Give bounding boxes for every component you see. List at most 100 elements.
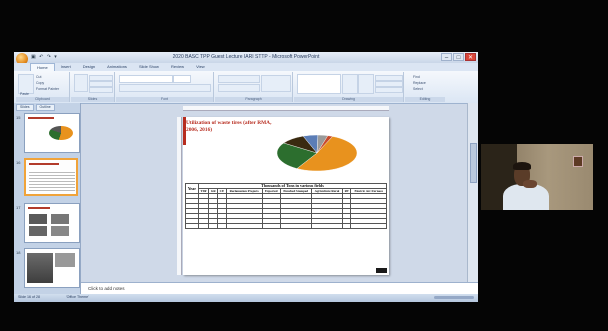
slide-thumbnail-selected[interactable] [24, 158, 78, 196]
table-cell [279, 223, 312, 229]
group-label: Clipboard [16, 97, 69, 102]
pie-chart[interactable] [269, 127, 365, 179]
slide-number: 17 [16, 205, 21, 210]
webcam-wall-frame [573, 156, 583, 167]
maximize-button[interactable]: □ [453, 53, 464, 61]
new-slide-button[interactable] [74, 74, 88, 92]
tab-review[interactable]: Review [165, 63, 190, 71]
tab-outline[interactable]: Outline [35, 104, 55, 111]
arrange-button[interactable] [342, 74, 358, 94]
tab-slides[interactable]: Slides [16, 104, 34, 111]
thumbnail-photo [51, 226, 69, 236]
title-bar: ▣ ↶ ↷ ▾ 2020 BASC TPP Guest Lecture IARI… [14, 52, 478, 65]
delete-button[interactable] [89, 87, 113, 93]
table-body [185, 193, 387, 229]
table-header: Year [185, 183, 199, 194]
table-header: Electric Arc Furnace [350, 188, 387, 194]
table-cell [197, 223, 210, 229]
table-cell [217, 223, 227, 229]
slides-pane: Slides Outline 15 16 17 18 [14, 103, 81, 294]
shapes-gallery[interactable] [297, 74, 341, 94]
pane-tabs: Slides Outline [16, 104, 55, 111]
ribbon-group-clipboard: Paste Cut Copy Format Painter Clipboard [16, 72, 70, 102]
thumbnail-table [29, 170, 75, 192]
table-cell [185, 223, 199, 229]
tab-home[interactable]: Home [30, 63, 55, 71]
quick-styles-button[interactable] [358, 74, 374, 94]
slide-thumbnail[interactable] [24, 248, 80, 288]
thumbnail-photo [29, 214, 47, 224]
status-bar: Slide 16 of 28 'Office Theme' [14, 294, 478, 302]
slide-thumbnail[interactable] [24, 113, 80, 153]
font-size-dropdown[interactable] [173, 75, 191, 83]
table-header: Reclamation Projects [225, 188, 263, 194]
thumbnail-pie [49, 126, 73, 140]
slide-number: 18 [16, 250, 21, 255]
tab-design[interactable]: Design [77, 63, 101, 71]
window-controls: – □ ✕ [441, 53, 476, 61]
slide-nav-marker [376, 268, 387, 273]
font-name-dropdown[interactable] [119, 75, 173, 83]
align-buttons[interactable] [218, 84, 260, 92]
pie-slices [276, 134, 358, 172]
thumbnail-title-mark [29, 163, 59, 165]
cut-button[interactable]: Cut [36, 75, 41, 79]
table-cell [261, 223, 281, 229]
text-direction-buttons[interactable] [261, 75, 291, 92]
group-label: Font [116, 97, 213, 102]
scrollbar-thumb[interactable] [470, 143, 477, 183]
theme-name: 'Office Theme' [66, 295, 89, 299]
table-header: Exported [261, 188, 281, 194]
minimize-button[interactable]: – [441, 53, 452, 61]
list-buttons[interactable] [218, 75, 260, 83]
vertical-ruler [177, 117, 182, 275]
group-label: Paragraph [215, 97, 292, 102]
table-cell [208, 223, 219, 229]
close-button[interactable]: ✕ [465, 53, 476, 61]
webcam-video [481, 144, 593, 210]
presenter-body [503, 184, 549, 210]
thumbnail-title-mark [28, 117, 54, 119]
table-row [185, 223, 387, 229]
slide-title[interactable]: Utilization of waste tires (after RMA, 2… [186, 120, 276, 134]
horizontal-ruler [183, 106, 389, 111]
notes-placeholder: Click to add notes [88, 286, 125, 291]
window-title: 2020 BASC TPP Guest Lecture IARI STTP - … [172, 54, 320, 60]
presenter-hands [523, 180, 537, 188]
slide-counter: Slide 16 of 28 [18, 295, 40, 299]
format-painter-button[interactable]: Format Painter [36, 87, 59, 91]
tab-animations[interactable]: Animations [101, 63, 133, 71]
ribbon: Paste Cut Copy Format Painter Clipboard … [14, 71, 478, 104]
slide-number: 15 [16, 115, 21, 120]
group-label: Drawing [294, 97, 403, 102]
paste-label: Paste [20, 92, 29, 96]
ribbon-group-editing: Find Replace Select Editing [405, 72, 445, 102]
slide-number: 16 [16, 160, 21, 165]
table-cell [350, 223, 387, 229]
ribbon-group-font: Font [116, 72, 214, 102]
ribbon-tabs: Home Insert Design Animations Slide Show… [14, 63, 478, 71]
paste-button[interactable] [18, 74, 34, 94]
shape-effects-button[interactable] [375, 87, 403, 93]
data-table[interactable]: Year Thousands of Tons in various fields… [185, 183, 388, 229]
group-label: Slides [71, 97, 114, 102]
copy-button[interactable]: Copy [36, 81, 44, 85]
presenter-hair [513, 162, 531, 170]
table-header: Punched Stamped [279, 188, 312, 194]
ribbon-group-paragraph: Paragraph [215, 72, 293, 102]
tab-insert[interactable]: Insert [55, 63, 77, 71]
tab-view[interactable]: View [190, 63, 211, 71]
tab-slide-show[interactable]: Slide Show [133, 63, 165, 71]
select-button[interactable]: Select [413, 87, 423, 91]
current-slide[interactable]: Utilization of waste tires (after RMA, 2… [183, 117, 389, 275]
slide-thumbnail[interactable] [24, 203, 80, 243]
find-button[interactable]: Find [413, 75, 420, 79]
replace-button[interactable]: Replace [413, 81, 426, 85]
table-cell [225, 223, 263, 229]
zoom-slider[interactable] [434, 296, 474, 299]
ribbon-group-slides: Slides [71, 72, 115, 102]
vertical-scrollbar[interactable] [467, 103, 478, 282]
thumbnail-title-mark [28, 207, 50, 209]
table-header: Agriculture Rural [310, 188, 344, 194]
font-format-buttons[interactable] [119, 84, 211, 92]
